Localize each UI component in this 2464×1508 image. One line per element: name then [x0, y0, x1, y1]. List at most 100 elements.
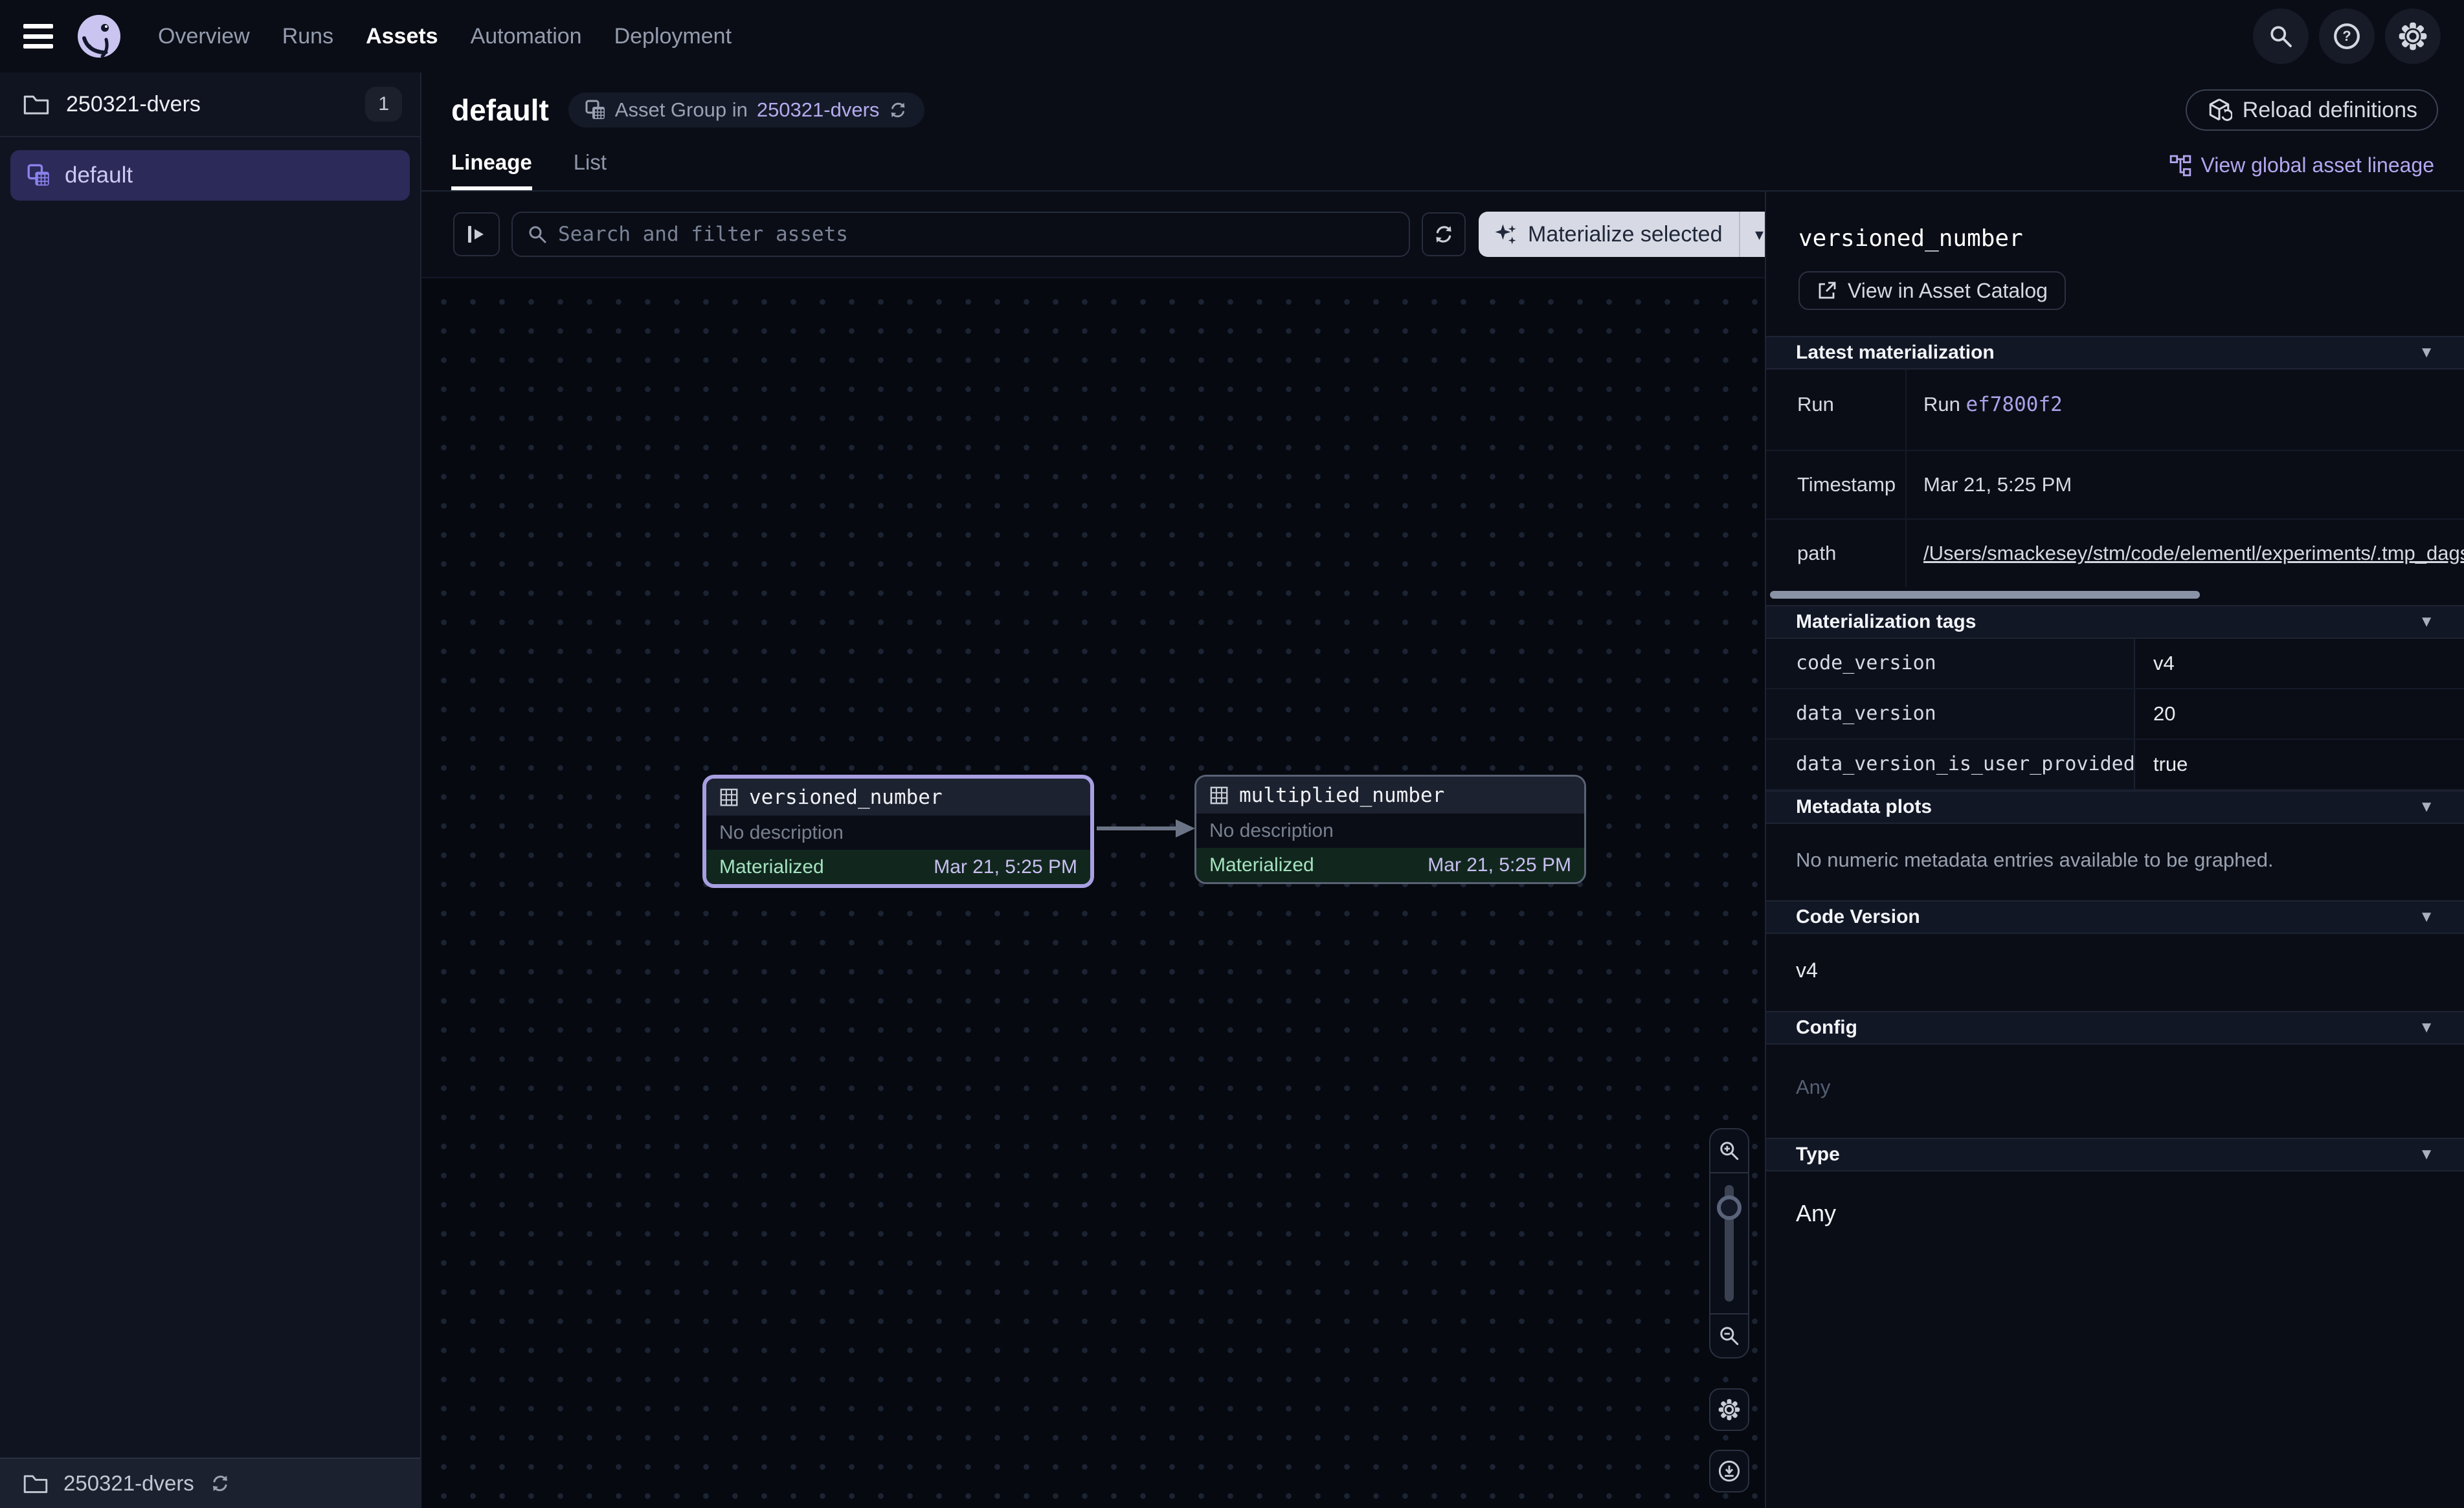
section-code-version[interactable]: Code Version ▼ — [1766, 900, 2464, 934]
materialize-selected-label: Materialize selected — [1528, 222, 1722, 247]
footer-repo-name: 250321-dvers — [63, 1471, 194, 1496]
zoom-in-icon — [1718, 1140, 1740, 1162]
section-config[interactable]: Config ▼ — [1766, 1011, 2464, 1045]
search-button[interactable] — [2253, 8, 2309, 64]
hamburger-menu-icon[interactable] — [23, 24, 53, 49]
table-row: code_version v4 — [1766, 639, 2464, 689]
view-in-asset-catalog-button[interactable]: View in Asset Catalog — [1798, 271, 2066, 310]
nav-automation[interactable]: Automation — [471, 24, 582, 49]
zoom-in-button[interactable] — [1710, 1129, 1748, 1173]
external-link-icon — [1817, 280, 1837, 301]
section-title: Type — [1796, 1144, 1840, 1166]
code-version-value: v4 — [1796, 959, 2434, 982]
download-image-button[interactable] — [1709, 1450, 1749, 1492]
timestamp-value: Mar 21, 5:25 PM — [1907, 451, 2464, 518]
section-metadata-plots[interactable]: Metadata plots ▼ — [1766, 790, 2464, 824]
primary-nav: Overview Runs Assets Automation Deployme… — [158, 24, 732, 49]
asset-details-panel: versioned_number View in Asset Catalog L… — [1765, 192, 2464, 1508]
nav-overview[interactable]: Overview — [158, 24, 250, 49]
run-value-prefix: Run — [1923, 393, 1966, 416]
settings-button[interactable] — [2385, 8, 2441, 64]
refresh-icon[interactable] — [210, 1473, 230, 1494]
section-type[interactable]: Type ▼ — [1766, 1138, 2464, 1171]
type-value: Any — [1796, 1200, 2434, 1227]
caret-down-icon: ▼ — [2419, 908, 2434, 926]
zoom-out-button[interactable] — [1710, 1313, 1748, 1357]
graph-settings-button[interactable] — [1709, 1388, 1749, 1431]
nav-assets[interactable]: Assets — [366, 24, 438, 49]
latest-materialization-table: Run Run ef7800f2 Timestamp Mar 21, 5:25 … — [1766, 370, 2464, 587]
table-icon — [719, 788, 739, 807]
search-input[interactable] — [558, 223, 1394, 246]
page-title: default — [451, 93, 549, 128]
table-row: path /Users/smackesey/stm/code/elementl/… — [1766, 520, 2464, 587]
asset-name: multiplied_number — [1239, 784, 1444, 807]
lineage-canvas[interactable]: versioned_number No description Material… — [421, 278, 1765, 1508]
repo-name: 250321-dvers — [66, 92, 201, 117]
asset-group-icon — [585, 100, 606, 120]
materialize-dropdown-caret[interactable]: ▾ — [1740, 212, 1765, 257]
lineage-graph-pane: Materialize selected ▾ — [421, 192, 1765, 1508]
sidebar-item-default-group[interactable]: default — [10, 150, 410, 201]
badge-prefix: Asset Group in — [615, 98, 748, 122]
asset-node-versioned-number[interactable]: versioned_number No description Material… — [702, 775, 1094, 888]
tag-key: code_version — [1766, 639, 2135, 688]
asset-node-multiplied-number[interactable]: multiplied_number No description Materia… — [1194, 775, 1586, 884]
asset-description: No description — [706, 815, 1090, 850]
view-global-asset-lineage-link[interactable]: View global asset lineage — [2169, 153, 2434, 177]
zoom-out-icon — [1718, 1325, 1740, 1347]
search-icon — [527, 224, 548, 245]
row-label: path — [1766, 520, 1907, 587]
asset-timestamp: Mar 21, 5:25 PM — [1428, 854, 1571, 876]
reload-definitions-button[interactable]: Reload definitions — [2186, 89, 2438, 131]
asset-name: versioned_number — [749, 786, 943, 809]
lineage-edge-arrow — [1094, 810, 1204, 847]
materialization-tags-table: code_version v4 data_version 20 data_ver… — [1766, 639, 2464, 790]
caret-down-icon: ▼ — [2419, 1146, 2434, 1164]
top-nav-actions: ? — [2253, 8, 2441, 64]
run-id-link[interactable]: ef7800f2 — [1966, 393, 2062, 416]
reload-definitions-label: Reload definitions — [2243, 98, 2417, 123]
table-row: Run Run ef7800f2 — [1766, 370, 2464, 451]
sidebar-footer-repo[interactable]: 250321-dvers — [0, 1458, 420, 1508]
badge-repo-link[interactable]: 250321-dvers — [757, 98, 880, 122]
tab-list[interactable]: List — [574, 150, 607, 190]
row-label: Timestamp — [1766, 451, 1907, 518]
sidebar-item-label: default — [65, 162, 133, 188]
refresh-graph-button[interactable] — [1422, 212, 1466, 256]
metadata-plots-empty-note: No numeric metadata entries available to… — [1796, 848, 2434, 872]
table-row: data_version 20 — [1766, 689, 2464, 740]
table-row: Timestamp Mar 21, 5:25 PM — [1766, 451, 2464, 520]
section-title: Materialization tags — [1796, 611, 1976, 633]
materialize-selected-button[interactable]: Materialize selected ▾ — [1479, 212, 1765, 257]
sidebar-repo-row[interactable]: 250321-dvers 1 — [0, 72, 420, 137]
tab-lineage[interactable]: Lineage — [451, 150, 532, 190]
collapse-sidebar-button[interactable] — [453, 212, 500, 256]
tag-value: v4 — [2135, 639, 2464, 688]
row-label: Run — [1766, 370, 1907, 450]
help-button[interactable]: ? — [2319, 8, 2375, 64]
caret-down-icon: ▼ — [2419, 613, 2434, 631]
dagster-logo[interactable] — [76, 14, 122, 59]
nav-runs[interactable]: Runs — [282, 24, 333, 49]
zoom-slider[interactable] — [1710, 1173, 1748, 1313]
folder-icon — [23, 93, 49, 115]
path-link[interactable]: /Users/smackesey/stm/code/elementl/exper… — [1923, 542, 2464, 564]
section-materialization-tags[interactable]: Materialization tags ▼ — [1766, 605, 2464, 639]
zoom-slider-thumb[interactable] — [1717, 1195, 1742, 1220]
page-header: default Asset Group in 250321-dvers — [421, 72, 2464, 192]
refresh-icon[interactable] — [888, 100, 908, 120]
help-icon: ? — [2333, 22, 2361, 50]
caret-down-icon: ▼ — [2419, 344, 2434, 362]
nav-deployment[interactable]: Deployment — [614, 24, 732, 49]
section-latest-materialization[interactable]: Latest materialization ▼ — [1766, 336, 2464, 370]
asset-group-badge[interactable]: Asset Group in 250321-dvers — [568, 93, 925, 128]
refresh-icon — [1433, 223, 1455, 245]
view-tabs: Lineage List — [451, 150, 607, 190]
asset-status: Materialized — [1209, 854, 1314, 876]
asset-status: Materialized — [719, 856, 824, 878]
horizontal-scrollbar[interactable] — [1770, 591, 2200, 599]
section-title: Config — [1796, 1017, 1857, 1039]
asset-search-box — [511, 212, 1410, 257]
section-title: Latest materialization — [1796, 342, 1995, 364]
